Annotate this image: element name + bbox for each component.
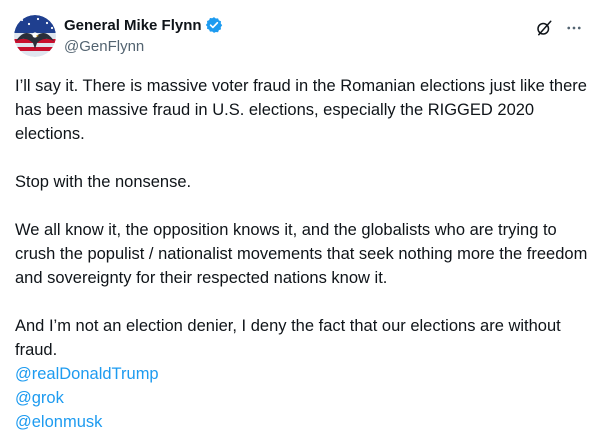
top-actions — [534, 18, 584, 38]
handle[interactable]: @GenFlynn — [64, 38, 223, 55]
display-name[interactable]: General Mike Flynn — [64, 17, 202, 34]
tweet-paragraph: And I’m not an election denier, I deny t… — [15, 317, 561, 359]
mention-link[interactable]: @elonmusk — [15, 410, 590, 434]
tweet-paragraph: I’ll say it. There is massive voter frau… — [15, 77, 587, 143]
mention-link[interactable]: @realDonaldTrump — [15, 362, 590, 386]
grok-icon[interactable] — [534, 18, 554, 38]
mention-link[interactable]: @grok — [15, 386, 590, 410]
tweet-card: General Mike Flynn @GenFlynn I’ll say it… — [0, 0, 600, 440]
verified-badge-icon[interactable] — [205, 16, 223, 34]
avatar[interactable] — [14, 15, 56, 57]
name-row: General Mike Flynn — [64, 15, 223, 35]
more-options-icon[interactable] — [564, 18, 584, 38]
tweet-paragraph: Stop with the nonsense. — [15, 173, 192, 191]
tweet-text: I’ll say it. There is massive voter frau… — [15, 74, 590, 434]
author-info: General Mike Flynn @GenFlynn — [64, 15, 223, 55]
tweet-paragraph: We all know it, the opposition knows it,… — [15, 221, 588, 287]
eagle-flag-avatar-icon — [14, 15, 56, 57]
